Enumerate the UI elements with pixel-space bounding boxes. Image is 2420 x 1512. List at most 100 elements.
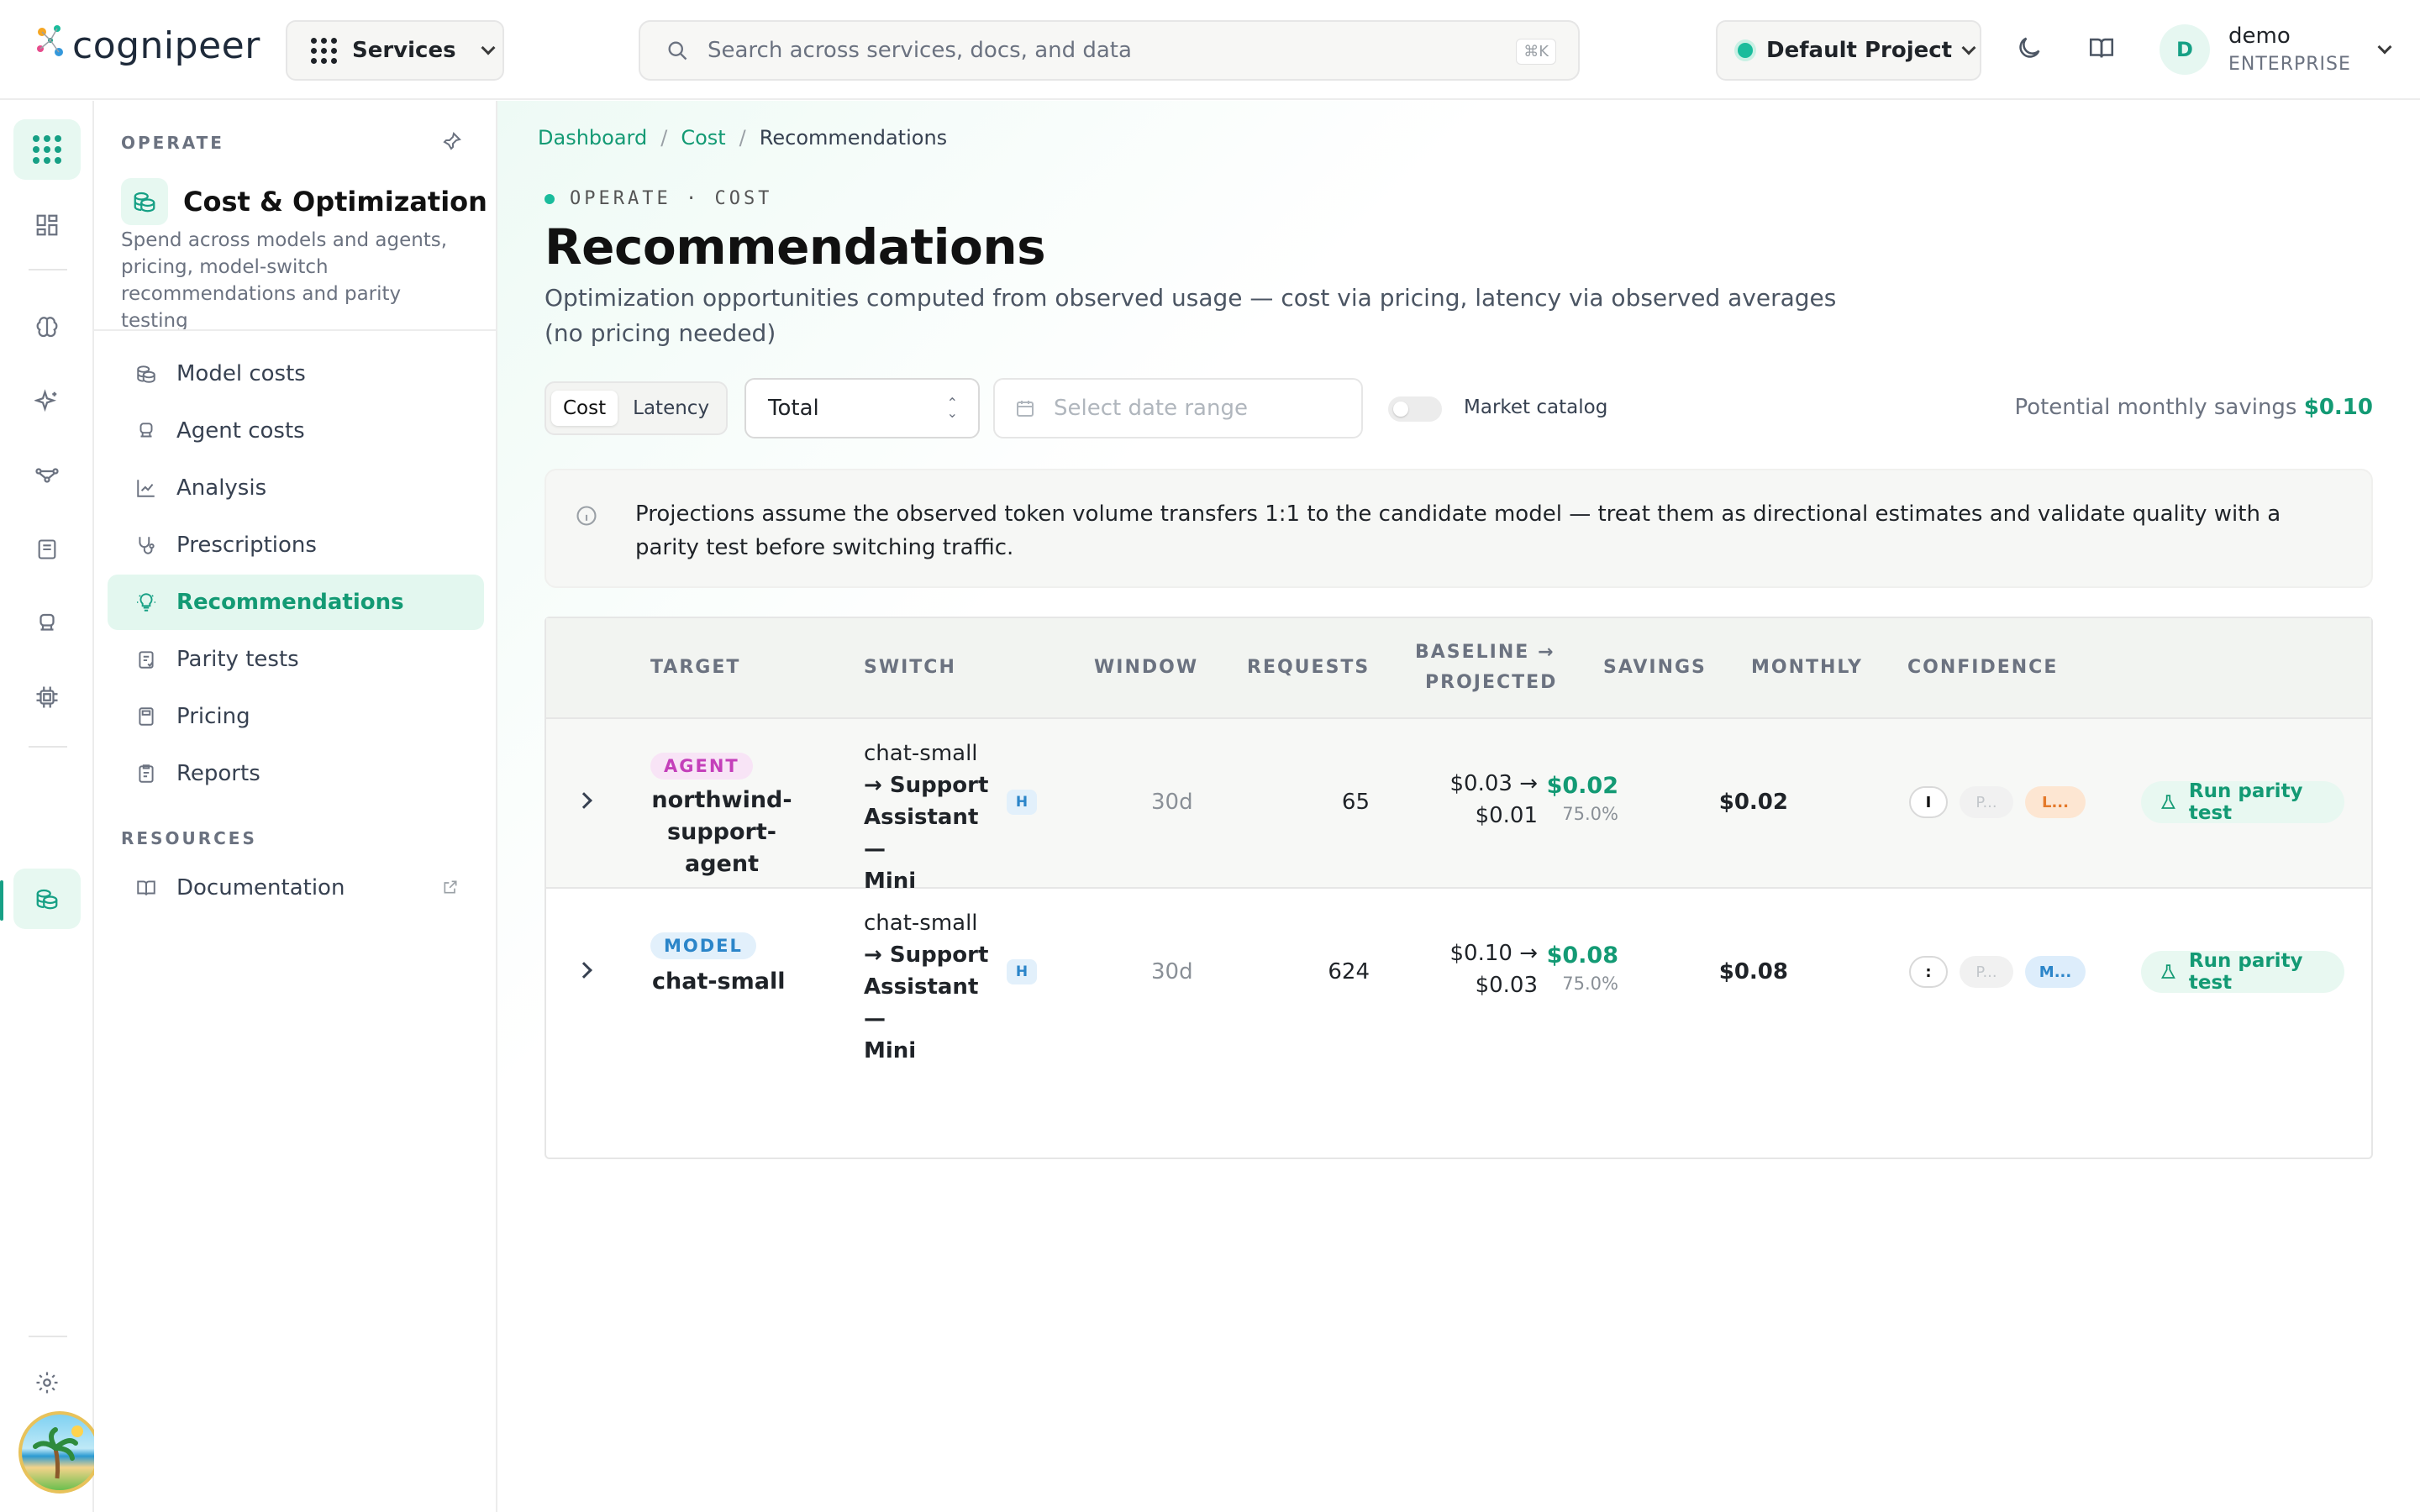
confidence-pill[interactable]: : [1909,956,1948,988]
chevron-right-icon[interactable] [576,962,592,979]
services-label: Services [352,38,456,63]
icon-rail [0,101,101,1512]
target-type-badge: MODEL [650,932,756,959]
savings-value: $0.10 [2303,395,2373,420]
global-search-input[interactable]: Search across services, docs, and data ⌘… [639,20,1580,81]
sidebar-item-model-costs[interactable]: Model costs [108,346,484,402]
agent-icon[interactable] [13,593,81,654]
sidebar-item-documentation[interactable]: Documentation [108,860,484,916]
column-requests[interactable]: REQUESTS [1247,657,1370,678]
sparkles-icon[interactable] [13,371,81,432]
confidence-pill[interactable]: L... [2025,786,2086,818]
sidebar-item-recommendations[interactable]: Recommendations [108,575,484,630]
confidence-pill[interactable]: P... [1960,786,2013,818]
avatar: D [2160,24,2210,75]
switch-from: chat-small [864,911,978,936]
cost-icon[interactable] [13,869,81,929]
user-menu[interactable]: D demo ENTERPRISE [2160,24,2392,75]
stethoscope-icon [134,533,158,557]
breadcrumb-cost[interactable]: Cost [681,126,725,150]
flow-icon[interactable] [13,445,81,506]
project-label: Default Project [1766,38,1953,63]
aggregation-select[interactable]: Total ⌃ ⌄ [744,378,980,438]
gear-icon[interactable] [13,1357,81,1408]
savings-label: Potential monthly savings [2014,395,2297,420]
window-cell: 30d [1151,959,1193,984]
confidence-pill[interactable]: I [1909,786,1948,818]
rail-active-marker [0,880,3,921]
column-confidence[interactable]: CONFIDENCE [1907,657,2058,678]
sidebar-item-reports[interactable]: Reports [108,746,484,801]
switch-to: → Support [864,773,989,798]
breadcrumb: Dashboard / Cost / Recommendations [538,126,947,150]
sidebar-description: Spend across models and agents, pricing,… [121,229,448,332]
document-icon[interactable] [13,519,81,580]
logo-text: cognipeer [72,24,260,67]
calculator-icon [134,705,158,728]
lightbulb-icon [134,591,158,614]
sidebar-item-pricing[interactable]: Pricing [108,689,484,744]
project-selector[interactable]: Default Project [1716,20,1981,81]
sidebar-item-analysis[interactable]: Analysis [108,460,484,516]
moon-icon[interactable] [2015,34,2044,62]
run-parity-test-button[interactable]: Run parity test [2141,780,2344,824]
brain-icon[interactable] [13,297,81,358]
potential-savings: Potential monthly savings $0.10 [2014,395,2373,420]
sidebar-item-label: Reports [176,761,260,786]
column-target[interactable]: TARGET [650,657,740,678]
projection-notice: Projections assume the observed token vo… [544,469,2373,588]
logo[interactable]: cognipeer [34,24,260,67]
apps-grid-icon[interactable] [13,119,81,180]
sidebar-item-parity-tests[interactable]: Parity tests [108,632,484,687]
run-parity-test-label: Run parity test [2188,780,2303,824]
column-monthly[interactable]: MONTHLY [1751,657,1863,678]
pin-icon[interactable] [442,131,462,151]
column-switch[interactable]: SWITCH [864,657,956,678]
breadcrumb-separator: / [739,126,746,150]
page-subtitle: Optimization opportunities computed from… [544,284,1837,347]
sidebar-title-text: Cost & Optimization [183,186,487,218]
status-dot [544,193,555,204]
run-parity-test-button[interactable]: Run parity test [2141,950,2344,994]
sidebar-item-label: Analysis [176,475,267,501]
sidebar-item-agent-costs[interactable]: Agent costs [108,403,484,459]
sidebar-item-label: Agent costs [176,418,305,444]
target-name-line: northwind- [651,787,792,813]
cost-icon [121,178,168,225]
requests-cell: 65 [1341,790,1370,815]
dashboard-icon[interactable] [13,195,81,255]
segment-latency[interactable]: Latency [621,391,721,426]
chip-icon[interactable] [13,667,81,727]
breadcrumb-dashboard[interactable]: Dashboard [538,126,647,150]
target-name[interactable]: chat-small [652,966,786,998]
services-button[interactable]: Services [286,20,504,81]
search-icon [668,41,687,60]
sidebar-resources-label: RESOURCES [121,828,257,848]
column-projected[interactable]: PROJECTED [1425,672,1557,693]
target-name[interactable]: northwind- support-agent [644,785,800,880]
date-range-input[interactable]: Select date range [993,378,1363,438]
target-type-badge: AGENT [650,753,753,780]
docs-book-icon[interactable] [2087,34,2116,62]
chevron-right-icon[interactable] [576,792,592,809]
savings-amount: $0.08 [1546,942,1618,969]
segment-cost[interactable]: Cost [551,391,618,426]
table-row[interactable]: MODEL chat-small chat-small → Support As… [546,889,2371,1063]
sidebar-item-prescriptions[interactable]: Prescriptions [108,517,484,573]
market-catalog-toggle[interactable] [1388,396,1442,422]
confidence-pill[interactable]: M... [2025,956,2086,988]
metric-segmented-control: Cost Latency [544,381,729,435]
palm-tree-icon [33,1425,83,1479]
main-content: Dashboard / Cost / Recommendations OPERA… [497,101,2420,1512]
column-window[interactable]: WINDOW [1094,657,1198,678]
search-placeholder: Search across services, docs, and data [708,38,1132,63]
workspace-avatar[interactable] [18,1411,101,1494]
savings-amount: $0.02 [1546,773,1618,799]
column-baseline[interactable]: BASELINE → [1415,642,1555,663]
target-name-line: support-agent [667,819,776,877]
breadcrumb-separator: / [660,126,668,150]
column-savings[interactable]: SAVINGS [1603,657,1707,678]
coins-icon [134,362,158,386]
confidence-pill[interactable]: P... [1960,956,2013,988]
table-row[interactable]: AGENT northwind- support-agent chat-smal… [546,719,2371,894]
